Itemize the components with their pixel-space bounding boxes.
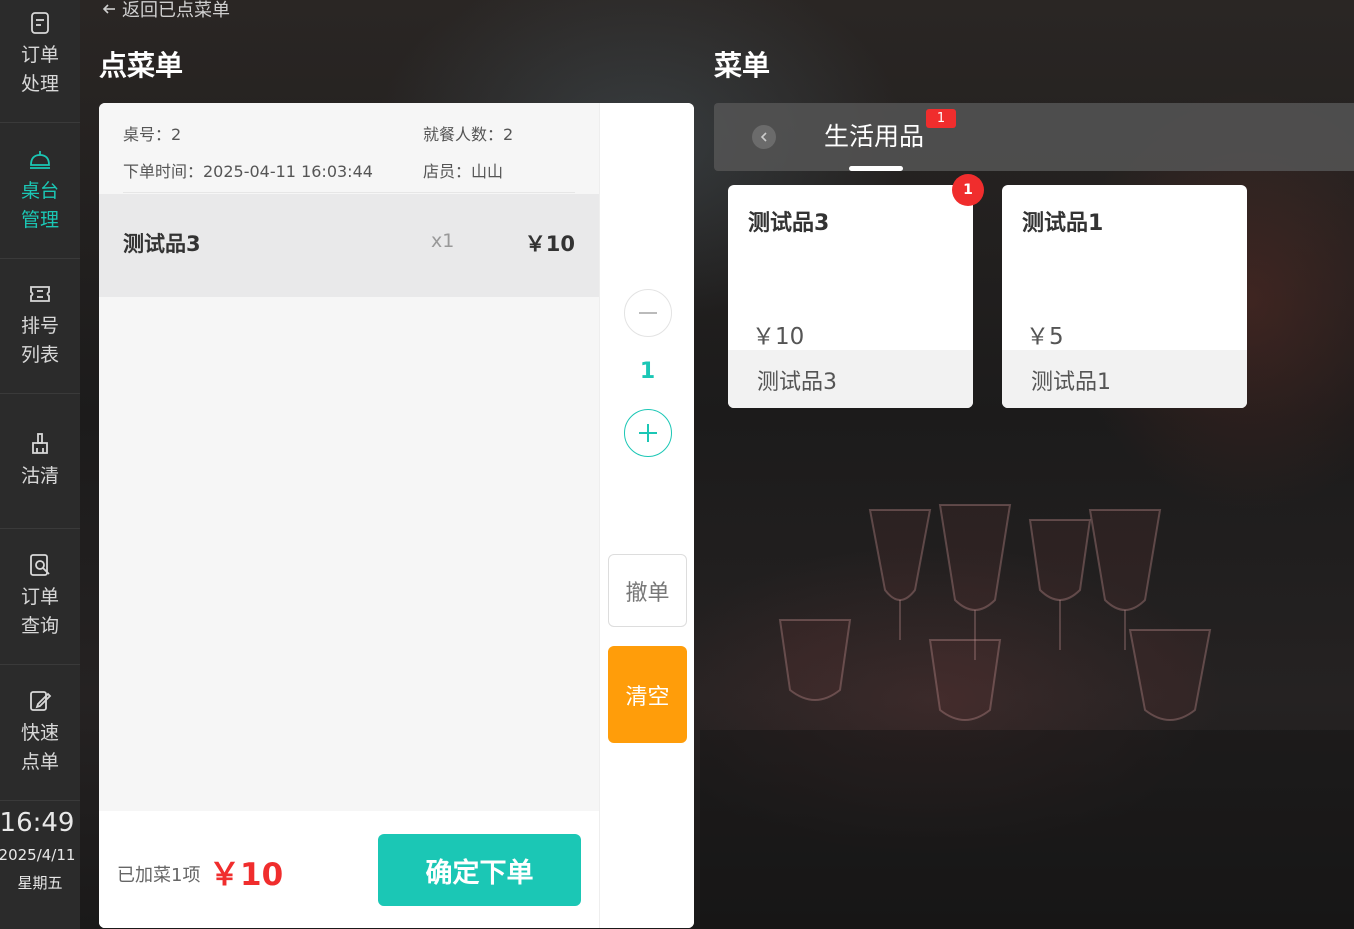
sidebar-item-label: 桌台管理 (20, 180, 59, 231)
product-name: 测试品1 (1022, 211, 1104, 236)
tab-prev-button[interactable] (752, 125, 776, 149)
order-info-row-2: 下单时间：2025-04-11 16:03:44 店员：山山 (123, 158, 583, 182)
sidebar-item-order-processing[interactable]: 订单处理 (0, 0, 80, 123)
sidebar-item-queue-list[interactable]: 排号列表 (0, 259, 80, 394)
clock-date: 2025/4/11 (0, 846, 76, 864)
product-card[interactable]: 测试品3 ￥10 测试品3 (728, 185, 973, 408)
order-total: ￥10 (209, 857, 284, 893)
sidebar-item-sold-out[interactable]: 沽清 (0, 394, 80, 529)
sidebar-item-label: 沽清 (20, 464, 59, 487)
sidebar-item-label: 快速点单 (20, 722, 59, 773)
table-number: 桌号：2 (123, 125, 182, 144)
confirm-order-button[interactable]: 确定下单 (378, 834, 581, 906)
menu-title: 菜单 (714, 49, 771, 82)
sidebar-item-label: 排号列表 (20, 315, 59, 366)
undo-order-button[interactable]: 撤单 (608, 554, 687, 627)
clock-weekday: 星期五 (17, 874, 63, 892)
clock-time: 16:49 (0, 808, 75, 838)
tab-badge: 1 (926, 109, 956, 128)
active-tab-indicator (849, 166, 903, 171)
product-badge: 1 (952, 174, 984, 206)
product-card[interactable]: 测试品1 ￥5 测试品1 (1002, 185, 1247, 408)
divider (123, 192, 575, 193)
quick-order-icon (30, 691, 52, 711)
document-icon (31, 12, 49, 34)
broom-icon (32, 432, 48, 454)
back-link[interactable]: 返回已点菜单 (102, 0, 230, 22)
sidebar-item-order-query[interactable]: 订单查询 (0, 530, 80, 665)
order-item-qty: x1 (431, 230, 455, 252)
category-tabbar: 生活用品 1 (714, 103, 1354, 171)
ticket-icon (30, 286, 50, 302)
product-subtitle: 测试品1 (1031, 370, 1111, 395)
guest-count: 就餐人数：2 (423, 125, 514, 144)
product-subtitle: 测试品3 (757, 370, 837, 395)
increase-button[interactable] (624, 409, 672, 457)
arrow-left-icon (102, 4, 115, 14)
staff-name: 店员：山山 (423, 162, 504, 181)
service-bell-icon (30, 151, 50, 169)
decrease-button[interactable] (624, 289, 672, 337)
quantity-count: 1 (639, 359, 656, 384)
sidebar-item-label: 订单处理 (20, 44, 59, 95)
order-card: 桌号：2 就餐人数：2 下单时间：2025-04-11 16:03:44 店员：… (99, 103, 694, 928)
back-link-label: 返回已点菜单 (122, 0, 230, 21)
quantity-panel: 1 撤单 清空 (599, 103, 694, 928)
order-item-price: ￥10 (524, 232, 575, 256)
order-time: 下单时间：2025-04-11 16:03:44 (123, 162, 373, 181)
clear-button[interactable]: 清空 (608, 646, 687, 743)
plus-icon (639, 424, 657, 442)
order-info-row-1: 桌号：2 就餐人数：2 (123, 121, 583, 145)
order-item-row[interactable]: 测试品3 x1 ￥10 (99, 194, 599, 297)
order-list-panel: 桌号：2 就餐人数：2 下单时间：2025-04-11 16:03:44 店员：… (99, 103, 599, 928)
order-item-name: 测试品3 (123, 232, 201, 256)
order-title: 点菜单 (99, 49, 184, 82)
product-price: ￥5 (1026, 324, 1064, 350)
added-summary: 已加菜1项 (117, 865, 201, 886)
product-name: 测试品3 (748, 211, 830, 236)
order-footer: 已加菜1项 ￥10 确定下单 (99, 811, 599, 928)
clock: 16:49 2025/4/11 星期五 (0, 805, 80, 897)
sidebar-item-table-management[interactable]: 桌台管理 (0, 124, 80, 259)
chevron-left-icon (760, 132, 767, 142)
product-price: ￥10 (752, 324, 805, 350)
order-search-icon (30, 554, 50, 576)
sidebar-item-label: 订单查询 (20, 586, 59, 637)
sidebar-nav: 订单处理 桌台管理 排号列表 沽清 订单查询 快速点单 16:49 2025/4… (0, 0, 80, 929)
sidebar-item-quick-order[interactable]: 快速点单 (0, 666, 80, 801)
minus-icon (639, 312, 657, 314)
tab-daily-goods[interactable]: 生活用品 (824, 117, 924, 153)
